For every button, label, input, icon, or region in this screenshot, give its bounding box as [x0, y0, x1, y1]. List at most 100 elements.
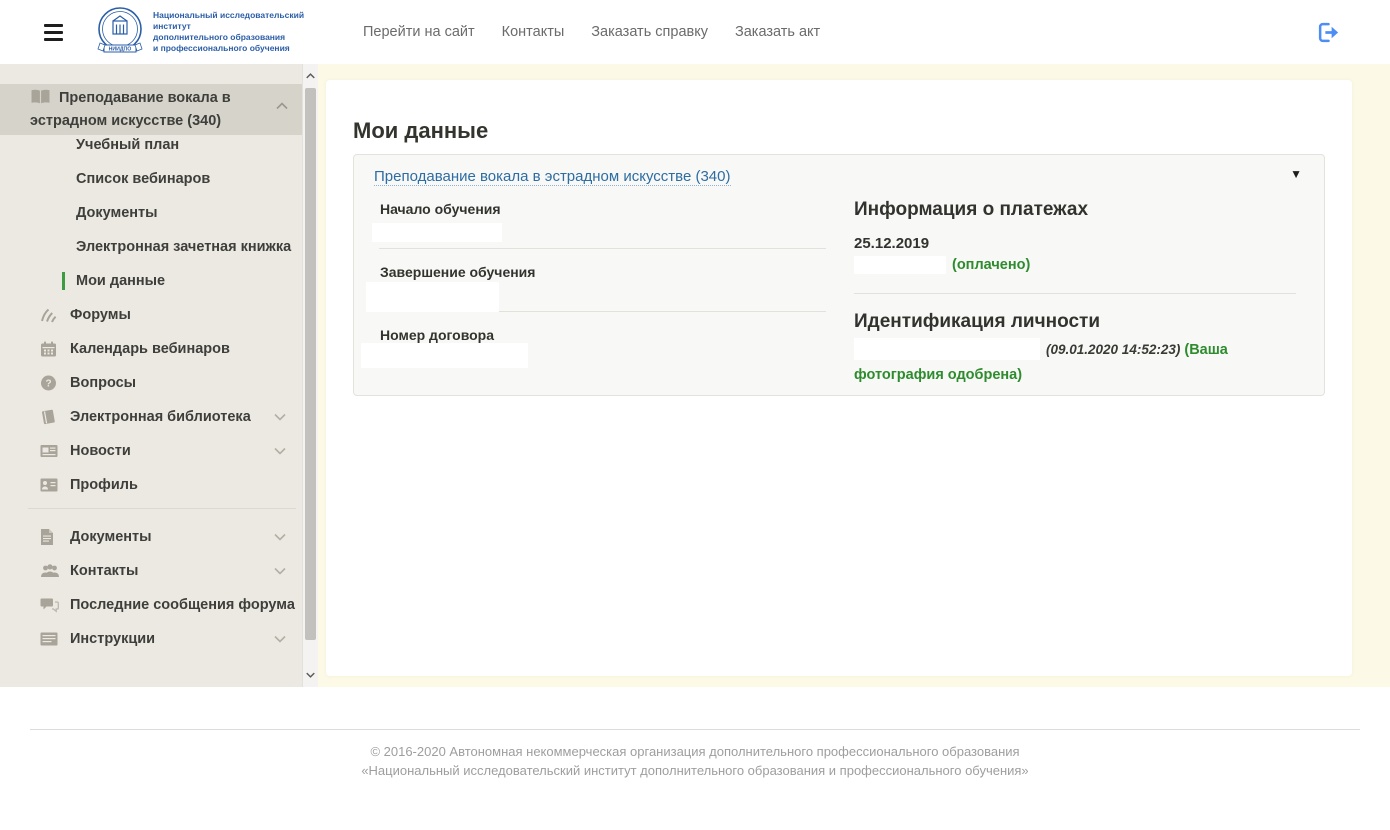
redacted-value: [372, 223, 502, 242]
sidebar-item-label: Учебный план: [76, 137, 180, 153]
header: НИИДПО Национальный исследовательский ин…: [0, 0, 1390, 64]
institute-name-line: и профессионального обучения: [153, 43, 290, 54]
footer-copyright: © 2016-2020 Автономная некоммерческая ор…: [370, 744, 1020, 759]
sidebar-item-my-data[interactable]: Мои данные: [0, 264, 302, 298]
identity-heading: Идентификация личности: [854, 311, 1101, 332]
top-navigation: Перейти на сайт Контакты Заказать справк…: [363, 24, 820, 40]
logout-button[interactable]: [1317, 22, 1340, 43]
field-label-contract-number: Номер договора: [380, 327, 495, 343]
chevron-up-icon: [276, 96, 288, 116]
logout-icon: [1318, 22, 1339, 42]
sidebar-item-label: Новости: [70, 443, 131, 459]
course-link[interactable]: Преподавание вокала в эстрадном искусств…: [374, 168, 731, 186]
chevron-down-icon: [274, 409, 286, 425]
sidebar-item-curriculum[interactable]: Учебный план: [0, 128, 302, 162]
sidebar-secondary-menu: Документы Контакты Последние сообщения ф…: [0, 520, 302, 656]
institute-name: Национальный исследовательский институт …: [153, 10, 331, 54]
messages-icon: [40, 598, 59, 613]
nav-link-site[interactable]: Перейти на сайт: [363, 24, 475, 40]
payment-row: (оплачено): [854, 256, 1030, 274]
payment-status: (оплачено): [952, 257, 1031, 273]
field-label-end-date: Завершение обучения: [380, 264, 536, 280]
nav-link-contacts[interactable]: Контакты: [502, 24, 565, 40]
sidebar-item-documents-course[interactable]: Документы: [0, 196, 302, 230]
redacted-value: [366, 282, 499, 312]
sidebar-item-label: Вопросы: [70, 375, 137, 391]
sidebar-course-submenu: Учебный план Список вебинаров Документы …: [0, 128, 302, 298]
chevron-down-icon: [274, 563, 286, 579]
collapse-caret-icon[interactable]: ▼: [1290, 167, 1302, 181]
sidebar-scrollbar[interactable]: [302, 64, 318, 687]
logo-abbr: НИИДПО: [109, 46, 132, 52]
institute-emblem-icon: НИИДПО: [97, 7, 143, 53]
chevron-down-icon: [274, 631, 286, 647]
redacted-value: [361, 343, 528, 368]
redacted-value: [854, 256, 946, 274]
main-area: Мои данные Преподавание вокала в эстрадн…: [318, 64, 1390, 687]
forum-icon: [40, 307, 58, 323]
sidebar-item-questions[interactable]: ? Вопросы: [0, 366, 302, 400]
sidebar-item-webinar-calendar[interactable]: Календарь вебинаров: [0, 332, 302, 366]
contacts-icon: [40, 564, 60, 579]
sidebar-item-webinar-list[interactable]: Список вебинаров: [0, 162, 302, 196]
sidebar-item-label: Документы: [70, 529, 152, 545]
payments-heading: Информация о платежах: [854, 199, 1089, 220]
sidebar-item-gradebook[interactable]: Электронная зачетная книжка: [0, 230, 302, 264]
svg-text:?: ?: [45, 379, 51, 390]
sidebar-item-instructions[interactable]: Инструкции: [0, 622, 302, 656]
scrollbar-thumb[interactable]: [305, 88, 316, 640]
section-separator: [854, 293, 1296, 294]
redacted-value: [854, 338, 1040, 360]
document-icon: [40, 529, 54, 546]
sidebar-item-label: Список вебинаров: [76, 171, 211, 187]
sidebar-item-label: Мои данные: [76, 273, 166, 289]
library-icon: [40, 409, 57, 426]
nav-link-order-certificate[interactable]: Заказать справку: [591, 24, 708, 40]
menu-toggle-button[interactable]: [44, 23, 63, 41]
hamburger-icon: [44, 37, 63, 41]
field-separator: [379, 248, 826, 249]
field-label-start-date: Начало обучения: [380, 201, 501, 217]
instructions-icon: [40, 632, 58, 646]
identity-timestamp: (09.01.2020 14:52:23): [1046, 342, 1181, 357]
scroll-up-icon[interactable]: [303, 68, 318, 84]
sidebar-item-label: Электронная зачетная книжка: [76, 239, 292, 255]
sidebar-item-latest-forum-posts[interactable]: Последние сообщения форума: [0, 588, 302, 622]
payment-date: 25.12.2019: [854, 235, 930, 252]
institute-name-line: Национальный исследовательский институт: [153, 9, 305, 31]
sidebar-item-contacts[interactable]: Контакты: [0, 554, 302, 588]
sidebar-item-label: Инструкции: [70, 631, 156, 647]
sidebar: Преподавание вокала в эстрадном искусств…: [0, 64, 302, 687]
sidebar-course-label: Преподавание вокала в эстрадном искусств…: [30, 90, 231, 129]
scroll-down-icon[interactable]: [303, 667, 318, 683]
course-data-card: Преподавание вокала в эстрадном искусств…: [353, 154, 1325, 396]
identity-row: (09.01.2020 14:52:23) (Ваша фотография од…: [854, 337, 1304, 388]
sidebar-main-menu: Форумы Календарь вебинаров ? Вопросы Эле…: [0, 298, 302, 502]
hamburger-icon: [44, 23, 63, 27]
sidebar-item-profile[interactable]: Профиль: [0, 468, 302, 502]
chevron-down-icon: [274, 443, 286, 459]
footer-org-name: «Национальный исследовательский институт…: [361, 763, 1029, 778]
calendar-icon: [40, 341, 57, 358]
nav-link-order-act[interactable]: Заказать акт: [735, 24, 820, 40]
sidebar-item-news[interactable]: Новости: [0, 434, 302, 468]
content-panel: Мои данные Преподавание вокала в эстрадн…: [326, 80, 1352, 676]
sidebar-item-label: Профиль: [70, 477, 138, 493]
sidebar-item-e-library[interactable]: Электронная библиотека: [0, 400, 302, 434]
question-icon: ?: [40, 375, 57, 392]
sidebar-item-documents[interactable]: Документы: [0, 520, 302, 554]
sidebar-item-label: Форумы: [70, 307, 131, 323]
chevron-down-icon: [274, 529, 286, 545]
sidebar-item-label: Документы: [76, 205, 158, 221]
news-icon: [40, 444, 58, 459]
footer-divider: [30, 729, 1360, 730]
sidebar-item-forums[interactable]: Форумы: [0, 298, 302, 332]
sidebar-divider: [28, 508, 296, 509]
sidebar-item-label: Контакты: [70, 563, 139, 579]
profile-icon: [40, 478, 58, 492]
institute-logo[interactable]: НИИДПО Национальный исследовательский ин…: [93, 6, 331, 58]
institute-name-line: дополнительного образования: [153, 32, 286, 42]
hamburger-icon: [44, 30, 63, 34]
page-title: Мои данные: [353, 118, 489, 143]
open-book-icon: [30, 89, 51, 111]
